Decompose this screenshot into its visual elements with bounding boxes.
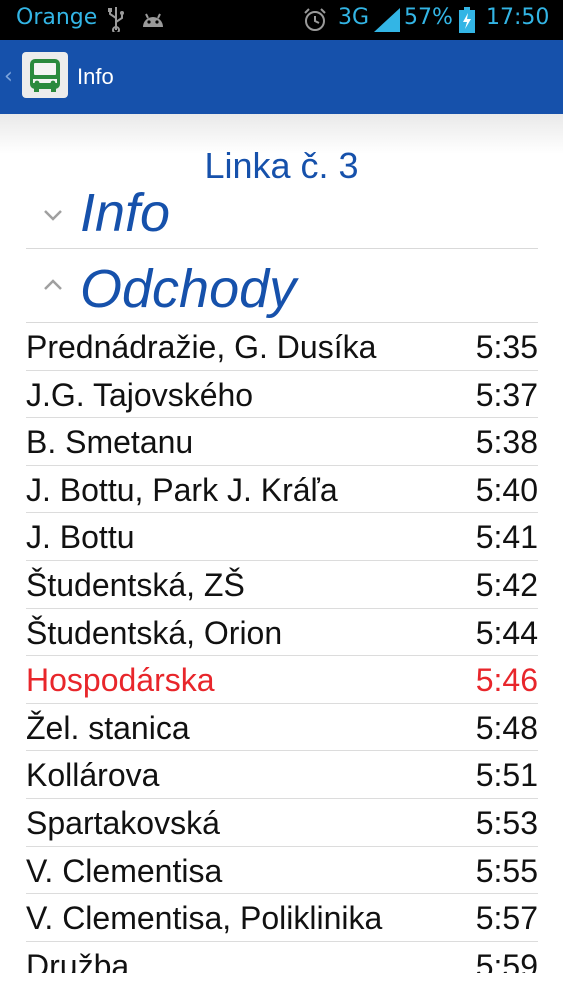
departure-time: 5:59 (475, 947, 538, 973)
list-item[interactable]: Študentská, ZŠ 5:42 (26, 561, 538, 609)
section-divider (26, 248, 538, 249)
battery-charging-icon (459, 7, 475, 33)
carrier-label: Orange (16, 5, 98, 30)
android-debug-icon (143, 13, 163, 27)
list-item[interactable]: Žel. stanica 5:48 (26, 704, 538, 752)
departure-time: 5:51 (475, 757, 538, 794)
list-item[interactable]: Spartakovská 5:53 (26, 799, 538, 847)
stop-name: Prednádražie, G. Dusíka (26, 329, 377, 365)
stop-name: Kollárova (26, 757, 160, 794)
stop-name: V. Clementisa, Poliklinika (26, 900, 383, 937)
status-bar: Orange 3G 57% 17:50 (0, 0, 563, 40)
list-item[interactable]: J. Bottu, Park J. Kráľa 5:40 (26, 466, 538, 514)
departure-time: 5:40 (475, 471, 538, 508)
action-bar: ‹ Info (0, 40, 563, 114)
list-item[interactable]: V. Clementisa 5:55 (26, 847, 538, 895)
info-section-label: Info (80, 183, 171, 243)
departure-time: 5:41 (475, 519, 538, 556)
list-item[interactable]: J.G. Tajovského 5:37 (26, 371, 538, 419)
list-item[interactable]: Prednádražie, G. Dusíka 5:35 (26, 323, 538, 371)
usb-icon (108, 7, 124, 32)
departure-time: 5:55 (475, 852, 538, 889)
stop-name: Študentská, Orion (26, 614, 283, 651)
departure-time: 5:57 (475, 900, 538, 937)
departure-time: 5:38 (475, 424, 538, 461)
list-item[interactable]: Študentská, Orion 5:44 (26, 609, 538, 657)
signal-strength-icon (374, 8, 400, 32)
stop-name: J.G. Tajovského (26, 376, 254, 413)
departures-section-label: Odchody (80, 259, 297, 319)
up-navigation-icon[interactable]: ‹ (4, 64, 13, 89)
list-item[interactable]: Kollárova 5:51 (26, 751, 538, 799)
stop-name: V. Clementisa (26, 852, 223, 889)
list-item[interactable]: Družba 5:59 (26, 942, 538, 973)
stop-name: Študentská, ZŠ (26, 566, 245, 603)
battery-percent-label: 57% (404, 5, 453, 30)
bus-icon (30, 59, 60, 92)
chevron-down-icon (44, 210, 62, 221)
list-item-current-stop[interactable]: Hospodárska 5:46 (26, 656, 538, 704)
stop-name: Spartakovská (26, 804, 220, 841)
stop-name: J. Bottu, Park J. Kráľa (26, 471, 338, 508)
info-section-header[interactable]: Info (26, 180, 538, 250)
departure-time: 5:48 (475, 709, 538, 746)
stop-name: Hospodárska (26, 662, 215, 699)
bus-app-icon[interactable] (22, 52, 68, 98)
departures-section-header[interactable]: Odchody (26, 256, 538, 326)
departure-time: 5:46 (475, 662, 538, 699)
departures-list[interactable]: Prednádražie, G. Dusíka 5:35 J.G. Tajovské… (26, 323, 538, 973)
departure-time: 5:42 (475, 566, 538, 603)
action-bar-title: Info (77, 64, 114, 89)
departure-time: 5:37 (475, 376, 538, 413)
departure-time: 5:53 (475, 804, 538, 841)
list-item[interactable]: J. Bottu 5:41 (26, 513, 538, 561)
clock-label: 17:50 (486, 5, 550, 30)
chevron-up-icon (44, 279, 62, 290)
stop-name: Družba (26, 947, 130, 973)
list-item[interactable]: V. Clementisa, Poliklinika 5:57 (26, 894, 538, 942)
stop-name: Žel. stanica (26, 709, 190, 746)
stop-name: B. Smetanu (26, 424, 194, 461)
departure-time: 5:35 (475, 329, 538, 365)
departure-time: 5:44 (475, 614, 538, 651)
stop-name: J. Bottu (26, 519, 135, 556)
alarm-icon (304, 8, 326, 31)
network-type-label: 3G (338, 5, 370, 30)
list-item[interactable]: B. Smetanu 5:38 (26, 418, 538, 466)
